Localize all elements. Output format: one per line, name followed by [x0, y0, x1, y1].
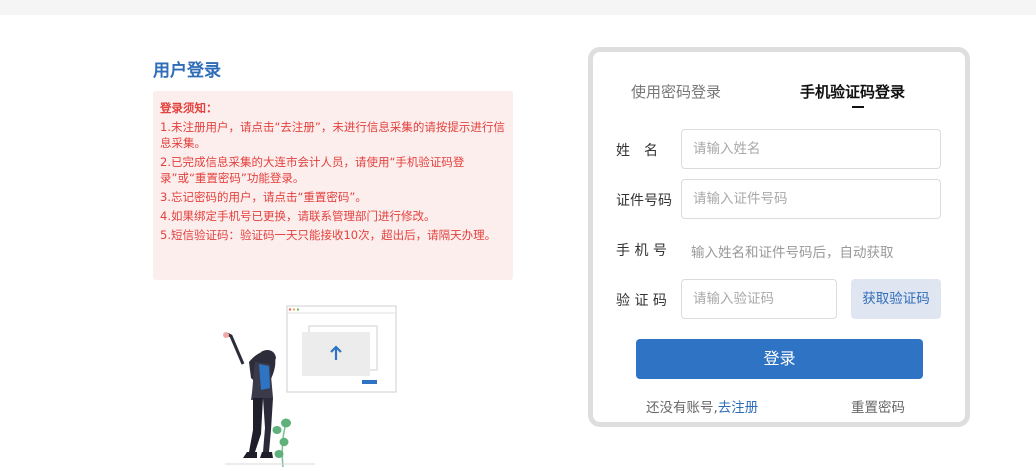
login-button[interactable]: 登录: [636, 339, 923, 379]
upload-illustration: [223, 305, 397, 467]
tab-password-login[interactable]: 使用密码登录: [631, 81, 721, 102]
page-title: 用户登录: [153, 61, 221, 81]
id-number-label: 证件号码: [616, 193, 672, 209]
login-notice: 登录须知： 1.未注册用户，请点击“去注册”，未进行信息采集的请按提示进行信息采…: [153, 91, 513, 280]
no-account-prompt: 还没有账号,去注册: [646, 396, 758, 416]
verification-code-input[interactable]: [681, 279, 837, 319]
top-bar: [0, 0, 1036, 15]
reset-password-link[interactable]: 重置密码: [851, 396, 905, 416]
active-tab-indicator: [852, 106, 864, 108]
register-link[interactable]: 去注册: [718, 400, 759, 416]
tab-sms-login[interactable]: 手机验证码登录: [800, 81, 905, 102]
notice-item: 4.如果绑定手机号已更换，请联系管理部门进行修改。: [160, 209, 436, 223]
get-code-button[interactable]: 获取验证码: [851, 279, 941, 319]
notice-heading: 登录须知：: [160, 101, 218, 115]
id-number-input[interactable]: [681, 179, 941, 219]
no-account-text: 还没有账号,: [646, 400, 718, 416]
notice-item: 3.忘记密码的用户，请点击“重置密码”。: [160, 190, 367, 204]
name-label: 姓 名: [616, 143, 658, 159]
phone-auto-fill-hint: 输入姓名和证件号码后，自动获取: [691, 245, 894, 261]
notice-item: 2.已完成信息采集的大连市会计人员，请使用“手机验证码登录”或“重置密码”功能登…: [160, 155, 465, 185]
notice-item: 5.短信验证码：验证码一天只能接收10次，超出后，请隔天办理。: [160, 228, 497, 242]
notice-item: 1.未注册用户，请点击“去注册”，未进行信息采集的请按提示进行信息采集。: [160, 120, 505, 150]
login-card: 使用密码登录 手机验证码登录 姓 名 证件号码 手 机 号 输入姓名和证件号码后…: [588, 47, 970, 427]
phone-label: 手 机 号: [616, 243, 667, 259]
name-input[interactable]: [681, 129, 941, 169]
code-label: 验 证 码: [616, 293, 667, 309]
